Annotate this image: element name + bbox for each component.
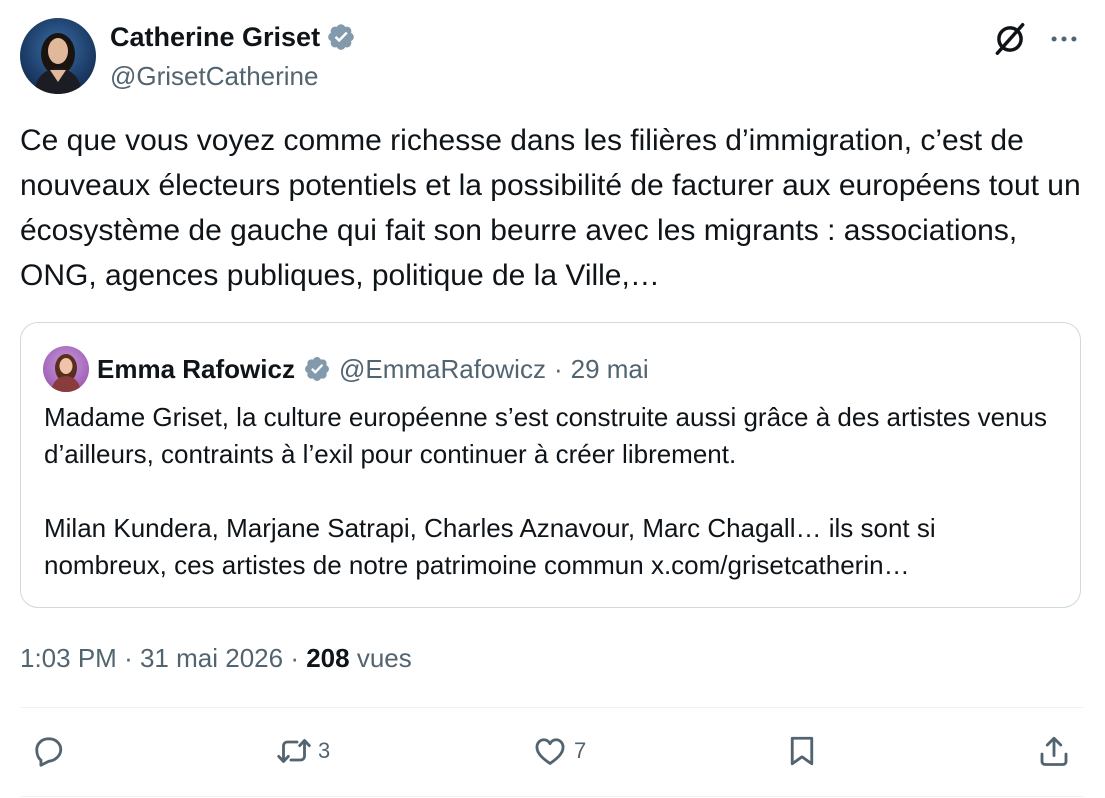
like-button[interactable]: 7	[532, 733, 586, 769]
quote-avatar[interactable]	[43, 346, 89, 392]
reply-button[interactable]	[30, 733, 66, 769]
more-icon[interactable]	[1047, 22, 1081, 56]
tweet-date[interactable]: 31 mai 2026	[140, 643, 283, 673]
bookmark-icon	[790, 736, 814, 766]
bookmark-button[interactable]	[784, 733, 820, 769]
reply-icon	[35, 737, 63, 767]
author-name-text[interactable]: Catherine Griset	[110, 21, 320, 53]
quote-author-name[interactable]: Emma Rafowicz	[97, 352, 295, 386]
quote-author-handle[interactable]: @EmmaRafowicz	[339, 352, 546, 386]
divider	[20, 707, 1083, 708]
author-handle[interactable]: @GrisetCatherine	[110, 60, 318, 92]
tweet-text: Ce que vous voyez comme richesse dans le…	[20, 124, 1081, 292]
meta-separator: ·	[290, 643, 299, 673]
retweet-button[interactable]: 3	[276, 733, 330, 769]
tweet-time[interactable]: 1:03 PM	[20, 643, 117, 673]
quote-text: Madame Griset, la culture européenne s’e…	[44, 399, 1054, 621]
quote-paragraph: Madame Griset, la culture européenne s’e…	[44, 402, 1047, 469]
action-bar: 3 7	[0, 725, 1105, 781]
avatar[interactable]	[20, 18, 96, 94]
views-label: vues	[356, 643, 412, 673]
quote-separator: ·	[553, 354, 563, 384]
author-name[interactable]: Catherine Griset	[110, 21, 356, 53]
tweet-meta: 1:03 PM · 31 mai 2026 · 208 vues	[20, 640, 412, 676]
meta-separator: ·	[124, 643, 133, 673]
quoted-tweet[interactable]: Emma Rafowicz @EmmaRafowicz · 29 mai Mad…	[20, 322, 1081, 608]
share-button[interactable]	[1036, 733, 1072, 769]
share-icon	[1040, 736, 1068, 766]
quote-paragraph: Milan Kundera, Marjane Satrapi, Charles …	[44, 513, 936, 580]
divider	[20, 796, 1083, 797]
views-count: 208	[306, 643, 350, 673]
quote-verified-badge-icon	[304, 357, 329, 381]
verified-badge-icon	[328, 24, 354, 50]
retweet-icon	[277, 739, 311, 763]
like-count: 7	[574, 738, 587, 763]
retweet-count: 3	[318, 738, 331, 763]
quote-date[interactable]: 29 mai	[571, 352, 649, 386]
heart-icon	[535, 738, 565, 765]
grok-icon[interactable]	[991, 20, 1029, 58]
